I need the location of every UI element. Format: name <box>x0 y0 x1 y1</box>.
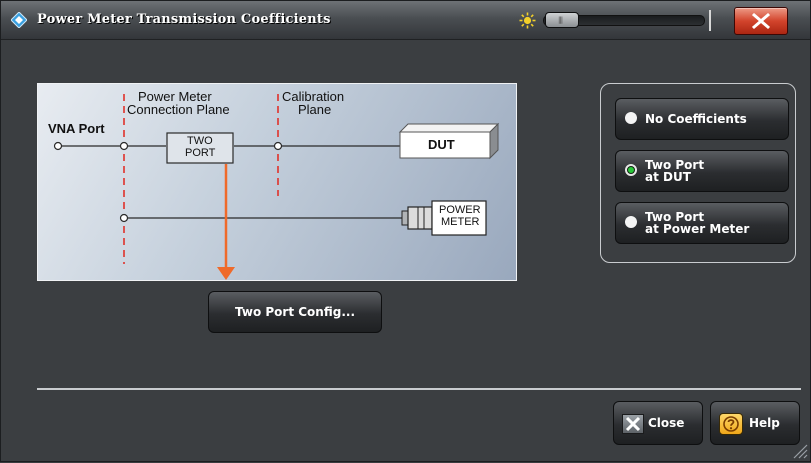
help-button-label: Help <box>749 416 780 430</box>
rohde-schwarz-diamond-icon <box>10 11 28 29</box>
footer-separator <box>37 388 801 390</box>
slider-divider <box>709 10 711 31</box>
radio-no-coefficients[interactable]: No Coefficients <box>615 98 789 140</box>
window-close-button[interactable] <box>734 7 788 35</box>
radio-label-line2: at Power Meter <box>645 222 750 236</box>
radio-label-line2: at DUT <box>645 170 691 184</box>
radio-unselected-icon <box>625 112 637 124</box>
two-port-config-label: Two Port Config... <box>235 305 355 319</box>
close-button[interactable]: Close <box>613 401 703 445</box>
close-x-icon <box>622 414 644 434</box>
close-button-label: Close <box>648 416 685 430</box>
radio-two-port-at-power-meter[interactable]: Two Port at Power Meter <box>615 202 789 244</box>
close-x-icon <box>752 13 770 29</box>
window-title: Power Meter Transmission Coefficients <box>37 12 331 27</box>
power-meter-setup-diagram: VNA Port Power Meter Connection Plane Ca… <box>37 83 517 281</box>
two-port-label-line2: PORT <box>185 147 216 159</box>
two-port-config-button[interactable]: Two Port Config... <box>208 291 382 333</box>
power-meter-label-line2: METER <box>441 216 480 228</box>
dialog-window: Power Meter Transmission Coefficients ||… <box>0 0 811 462</box>
radio-two-port-at-dut[interactable]: Two Port at DUT <box>615 150 789 192</box>
radio-label: No Coefficients <box>645 112 747 126</box>
title-bar[interactable]: Power Meter Transmission Coefficients ||… <box>1 1 810 40</box>
radio-unselected-icon <box>625 216 637 228</box>
pm-plane-label-line2: Connection Plane <box>127 102 230 117</box>
dut-label: DUT <box>428 137 455 152</box>
help-button[interactable]: Help <box>710 401 800 445</box>
slider-grip-icon: ||| <box>558 16 563 24</box>
resize-grip-icon[interactable] <box>790 441 808 459</box>
cal-plane-label-line2: Plane <box>298 102 332 117</box>
sun-icon <box>519 12 536 29</box>
vna-port-label: VNA Port <box>48 121 105 136</box>
radio-selected-icon <box>625 164 637 176</box>
help-question-icon <box>719 413 743 435</box>
